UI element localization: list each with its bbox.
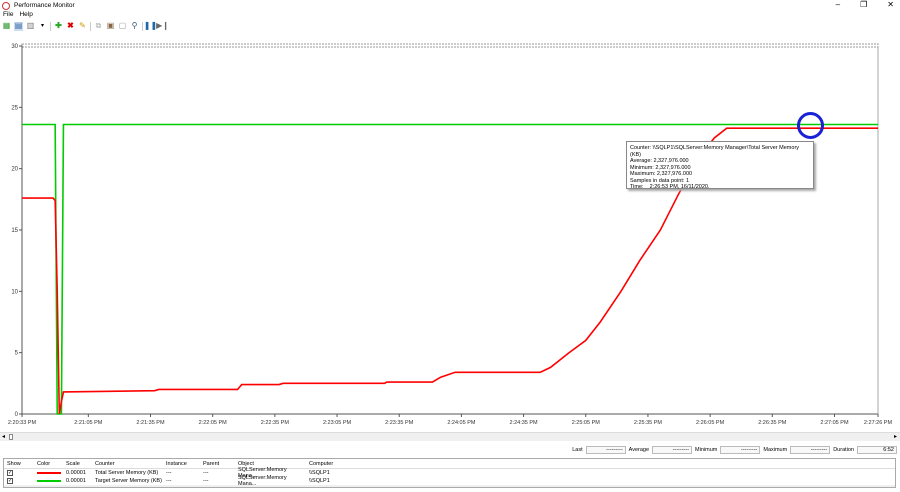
y-tick-label: 30 (11, 44, 18, 50)
x-tick-label: 2:27:05 PM (820, 420, 849, 426)
counter-name: Total Server Memory (KB) (95, 470, 159, 476)
col-object[interactable]: Object (235, 461, 306, 467)
y-tick-label: 25 (11, 105, 18, 111)
x-tick-label: 2:24:35 PM (510, 420, 539, 426)
parent-value: --- (203, 470, 209, 476)
object-value: SQLServer:Memory Mana... (238, 475, 287, 487)
x-tick-label: 2:23:35 PM (385, 420, 414, 426)
col-parent[interactable]: Parent (200, 461, 235, 467)
parent-value: --- (203, 478, 209, 484)
computer-value: \\SQLP1 (309, 478, 330, 484)
x-tick-label: 2:26:35 PM (758, 420, 787, 426)
computer-value: \\SQLP1 (309, 470, 330, 476)
graph-top-border (21, 43, 879, 48)
instance-value: --- (166, 470, 172, 476)
x-tick-label: 2:23:05 PM (323, 420, 352, 426)
x-tick-label: 2:22:35 PM (261, 420, 290, 426)
x-tick-label: 2:26:05 PM (696, 420, 725, 426)
minimum-label: Minimum (695, 446, 718, 453)
counter-tooltip: Counter: \\SQLP1\SQLServer:Memory Manage… (626, 141, 814, 190)
legend-row[interactable]: ✓ 0.00001 Total Server Memory (KB) --- -… (4, 467, 895, 479)
color-swatch (34, 478, 63, 484)
scroll-left-icon[interactable]: ◂ (2, 433, 5, 440)
maximum-label: Maximum (763, 446, 788, 453)
col-scale[interactable]: Scale (63, 461, 92, 467)
col-computer[interactable]: Computer (306, 461, 363, 467)
legend-row[interactable]: ✓ 0.00001 Target Server Memory (KB) --- … (4, 475, 895, 487)
performance-graph[interactable]: 0 5 10 15 20 25 30 2:20:33 PM 2:21:05 PM 2:21:35 … (0, 0, 900, 432)
y-tick-label: 15 (11, 228, 18, 234)
minimum-value: --------- (720, 445, 761, 454)
time-scrollbar[interactable]: ◂ ▸ (0, 432, 900, 441)
scale-value: 0.00001 (66, 478, 86, 484)
col-instance[interactable]: Instance (163, 461, 200, 467)
highlight-circle (797, 112, 824, 139)
counter-legend: Show Color Scale Counter Instance Parent… (3, 458, 896, 488)
y-tick-label: 5 (15, 351, 19, 357)
stats-bar: Last --------- Average --------- Minimum --… (572, 444, 900, 455)
x-tick-label: 2:27:26 PM (864, 420, 893, 426)
col-color[interactable]: Color (34, 461, 63, 467)
col-show[interactable]: Show (4, 461, 34, 467)
x-tick-label: 2:20:33 PM (8, 420, 37, 426)
y-tick-label: 20 (11, 167, 18, 173)
col-counter[interactable]: Counter (92, 461, 163, 467)
duration-value: 6:52 (857, 445, 897, 454)
last-value: --------- (585, 445, 626, 454)
maximum-value: --------- (790, 445, 831, 454)
y-tick-label: 0 (15, 412, 19, 418)
scroll-thumb[interactable] (9, 434, 13, 440)
average-label: Average (628, 446, 650, 453)
x-tick-label: 2:22:05 PM (199, 420, 228, 426)
instance-value: --- (166, 478, 172, 484)
x-tick-label: 2:24:05 PM (447, 420, 476, 426)
last-label: Last (572, 446, 583, 453)
legend-header: Show Color Scale Counter Instance Parent… (4, 459, 895, 469)
x-tick-label: 2:21:35 PM (136, 420, 165, 426)
x-tick-label: 2:25:35 PM (634, 420, 663, 426)
show-checkbox[interactable]: ✓ (4, 470, 34, 476)
counter-name: Target Server Memory (KB) (95, 478, 162, 484)
scroll-right-icon[interactable]: ▸ (894, 433, 897, 440)
tooltip-counter: Counter: \\SQLP1\SQLServer:Memory Manage… (630, 145, 800, 158)
average-value: --------- (652, 445, 693, 454)
color-swatch (34, 470, 63, 476)
tooltip-time: Time: 2:26:53 PM, 16/11/2020. (630, 184, 710, 190)
scale-value: 0.00001 (66, 470, 86, 476)
y-tick-label: 10 (11, 289, 18, 295)
x-tick-label: 2:21:05 PM (74, 420, 103, 426)
duration-label: Duration (833, 446, 854, 453)
show-checkbox[interactable]: ✓ (4, 478, 34, 484)
x-tick-label: 2:25:05 PM (572, 420, 601, 426)
